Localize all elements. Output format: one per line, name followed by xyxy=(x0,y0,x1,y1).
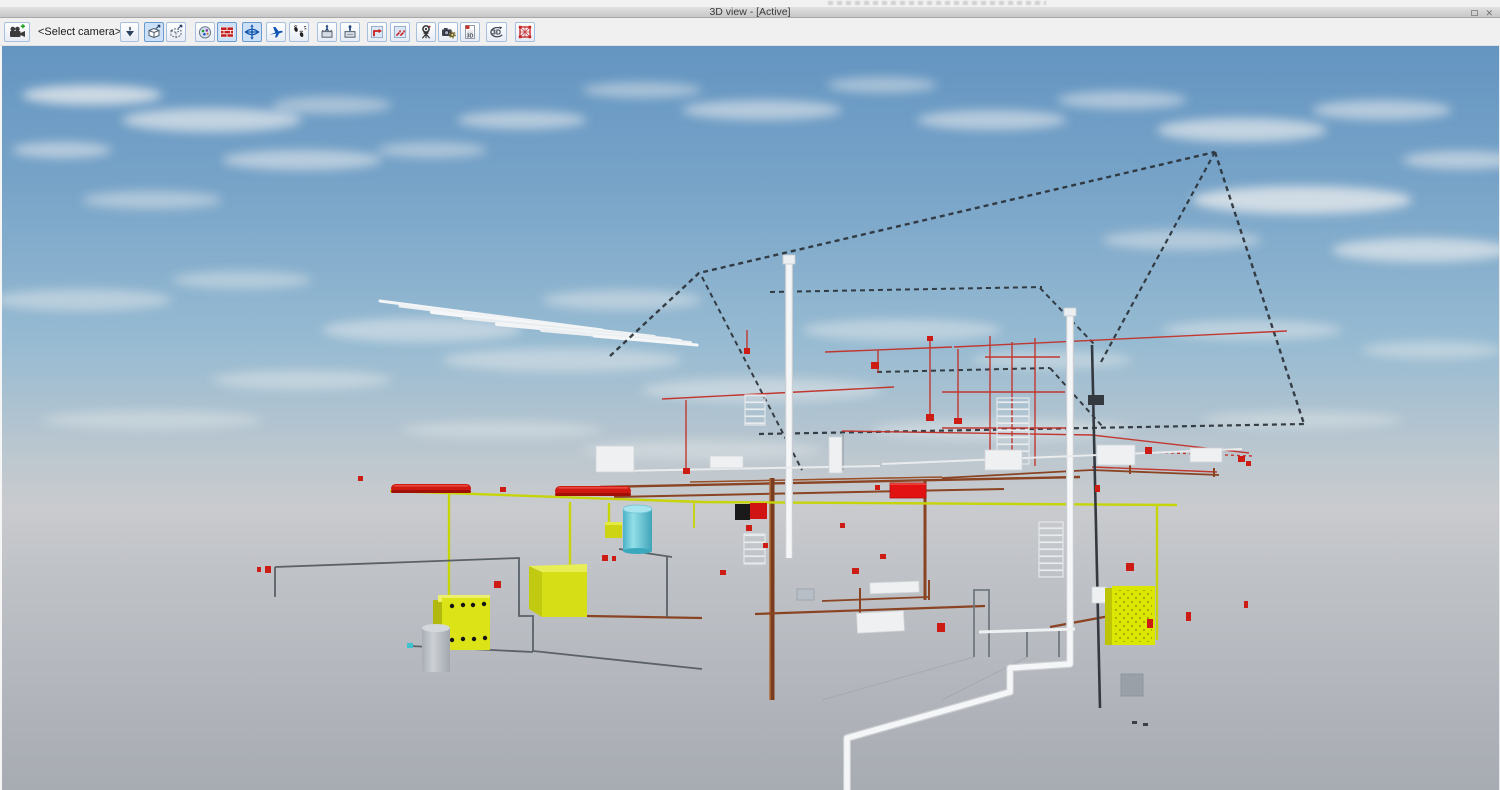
store-camera-position-button[interactable] xyxy=(317,22,337,42)
parallel-view-button[interactable] xyxy=(166,22,186,42)
3d-viewport[interactable] xyxy=(0,46,1500,790)
double-red-arrows-icon xyxy=(392,24,408,40)
rendered-view-button[interactable] xyxy=(195,22,215,42)
3d-document-export-button[interactable]: 3D xyxy=(460,22,480,42)
titlebar[interactable]: 3D view - [Active] ✕ xyxy=(0,6,1500,18)
box-arrow-up-icon xyxy=(342,24,358,40)
box-arrow-updown-icon xyxy=(319,24,335,40)
window-title: 3D view - [Active] xyxy=(0,7,1500,18)
window-controls: ✕ xyxy=(1471,8,1493,18)
svg-text:3D: 3D xyxy=(466,33,473,39)
orbit-crosshair-icon xyxy=(244,24,260,40)
document-3d-icon: 3D xyxy=(462,24,478,40)
red-frame-grid-icon xyxy=(517,24,533,40)
camera-select-value[interactable]: <Select camera> xyxy=(38,26,114,38)
projector-tripod-icon xyxy=(418,24,434,40)
toolbar: <Select camera> xyxy=(0,19,1500,46)
camera-dropdown-button[interactable] xyxy=(120,22,139,42)
play-camera-path-button[interactable] xyxy=(390,22,410,42)
rotate-3d-view-button[interactable]: 3D xyxy=(486,22,507,42)
clipped-parent-title-text xyxy=(828,1,1046,5)
brick-texture-view-button[interactable] xyxy=(217,22,237,42)
insert-camera-button[interactable] xyxy=(4,22,30,42)
3d-scene xyxy=(2,46,1499,790)
camera-gear-icon xyxy=(440,24,456,40)
close-icon[interactable]: ✕ xyxy=(1485,9,1493,18)
walk-mode-button[interactable] xyxy=(289,22,309,42)
fly-mode-button[interactable] xyxy=(266,22,286,42)
camera-projector-view-button[interactable] xyxy=(416,22,436,42)
restore-icon[interactable] xyxy=(1471,10,1478,16)
3d-reference-frame-button[interactable] xyxy=(515,22,535,42)
perspective-view-button[interactable] xyxy=(144,22,164,42)
chevron-down-icon xyxy=(124,26,136,38)
cube-outline-arrow-icon xyxy=(168,24,184,40)
record-camera-path-button[interactable] xyxy=(367,22,387,42)
snapshot-settings-button[interactable] xyxy=(438,22,458,42)
movie-camera-plus-icon xyxy=(8,24,26,40)
red-path-arrow-icon xyxy=(369,24,385,40)
rotate-3d-icon: 3D xyxy=(488,24,505,40)
airplane-icon xyxy=(268,24,284,40)
recall-camera-position-button[interactable] xyxy=(340,22,360,42)
cube-arrow-icon xyxy=(146,24,162,40)
orbit-mode-button[interactable] xyxy=(242,22,262,42)
color-globe-icon xyxy=(197,24,213,40)
footsteps-icon xyxy=(291,24,307,40)
brick-wall-icon xyxy=(219,24,235,40)
